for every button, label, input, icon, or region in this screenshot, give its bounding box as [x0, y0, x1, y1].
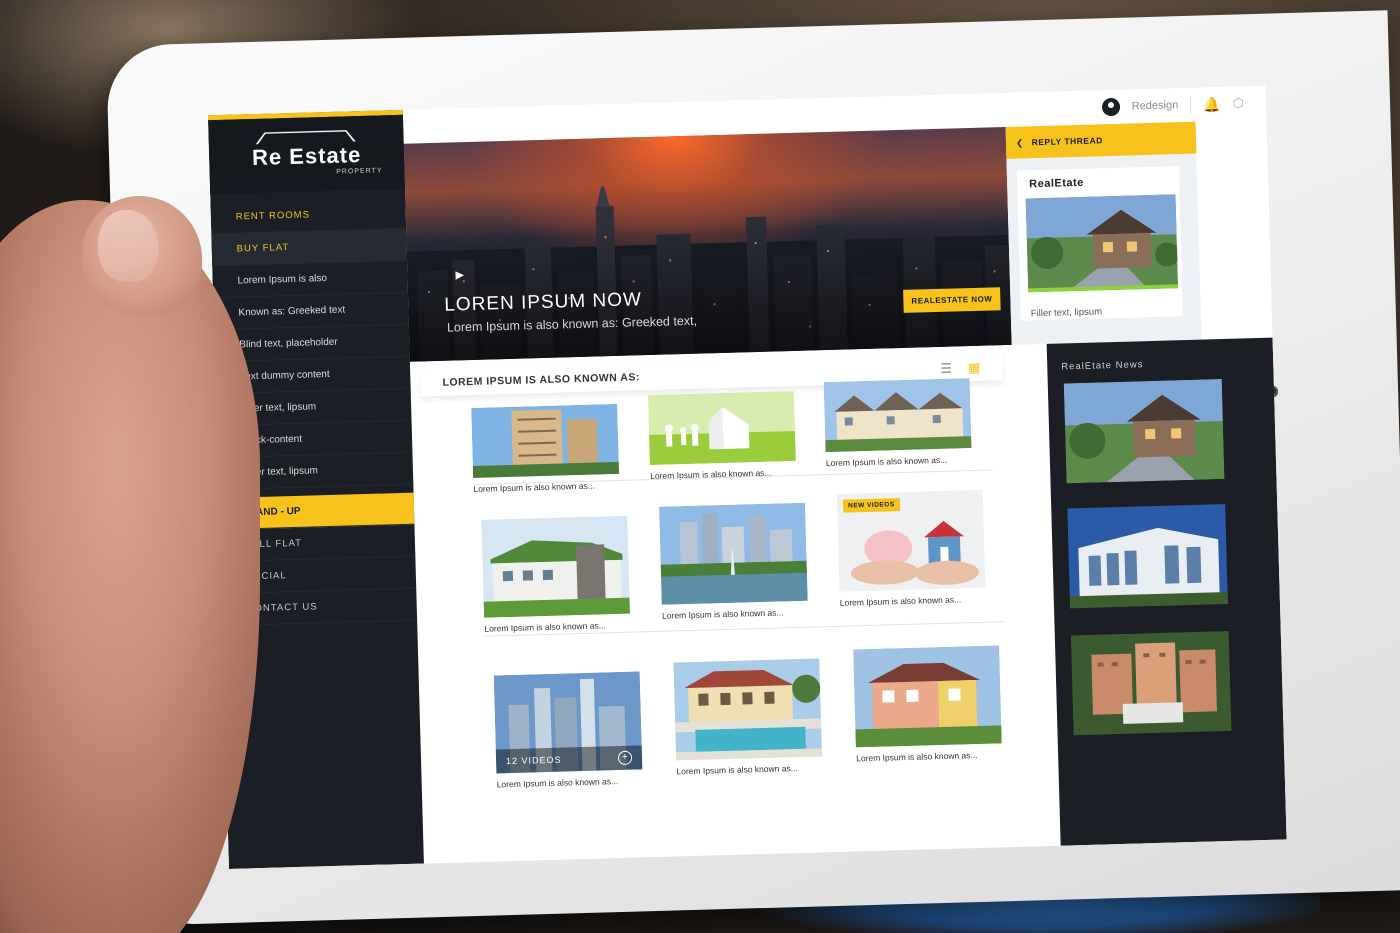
reply-thread-label: REPLY THREAD [1031, 135, 1103, 148]
user-avatar-icon[interactable] [1101, 97, 1121, 117]
app-screen: Re Estate PROPERTY RENT ROOMS BUY FLAT L… [207, 85, 1287, 869]
news-apartments-image[interactable] [1070, 630, 1232, 736]
featured-card-inner: RealEtate [1016, 166, 1183, 321]
hero-banner: ▶ LOREN IPSUM NOW Lorem Ipsum is also kn… [403, 126, 1012, 362]
property-card[interactable]: Lorem Ipsum is also known as... [823, 378, 972, 469]
new-videos-badge: NEW VIDEOS [842, 498, 900, 513]
content-heading: LOREM IPSUM IS ALSO KNOWN AS: [442, 370, 641, 389]
property-card[interactable]: Lorem Ipsum is also known as... [647, 390, 796, 481]
news-house-image[interactable] [1063, 379, 1225, 484]
property-card[interactable]: NEW VIDEOS Lorem Ipsum is also known as.… [836, 489, 986, 608]
news-title: RealEtate News [1061, 359, 1144, 373]
property-card[interactable]: Lorem Ipsum is also known as... [853, 645, 1002, 763]
card-caption: Lorem Ipsum is also known as... [825, 454, 948, 469]
tablet-device: Re Estate PROPERTY RENT ROOMS BUY FLAT L… [105, 10, 1400, 926]
videos-count: 12 VIDEOS [505, 754, 562, 767]
user-name[interactable]: Redesign [1132, 99, 1179, 112]
news-panel: RealEtate News [1046, 337, 1287, 846]
villa-pool-image [673, 658, 823, 761]
brand-name: Re Estate [251, 141, 362, 170]
featured-card[interactable]: RealEtate Filler text, lipsum [1006, 153, 1202, 345]
family-house-image [647, 390, 796, 466]
city-fountain-image [659, 502, 808, 605]
property-card[interactable]: Lorem Ipsum is also known as... [673, 658, 823, 777]
thumbnail-nail [98, 210, 158, 282]
plus-circle-icon[interactable]: + [617, 750, 633, 766]
property-card[interactable]: Lorem Ipsum is also known as... [481, 515, 631, 634]
bell-icon[interactable]: 🔔 [1203, 95, 1221, 112]
featured-house-image [1025, 194, 1179, 293]
view-toggle: ☰ ▦ [940, 359, 980, 376]
grid-view-icon[interactable]: ▦ [968, 359, 981, 375]
townhouses-image [823, 378, 972, 453]
videos-overlay[interactable]: 12 VIDEOS + [495, 745, 643, 774]
card-caption: Lorem Ipsum is also known as... [661, 607, 784, 621]
property-card[interactable]: Lorem Ipsum is also known as... [659, 502, 808, 621]
list-view-icon[interactable]: ☰ [940, 360, 952, 376]
featured-card-title: RealEtate [1029, 176, 1084, 191]
card-caption: Lorem Ipsum is also known as... [676, 763, 798, 777]
apartment-tower-image [471, 403, 620, 478]
featured-card-caption: Filler text, lipsum [1030, 306, 1103, 320]
property-card[interactable]: 12 VIDEOS + Lorem Ipsum is also known as… [493, 671, 643, 790]
brand-logo[interactable]: Re Estate PROPERTY [208, 114, 406, 195]
brand-tagline: PROPERTY [336, 166, 383, 176]
topbar-divider [1189, 95, 1192, 114]
news-office-image[interactable] [1067, 503, 1228, 609]
card-caption: Lorem Ipsum is also known as... [856, 750, 978, 764]
green-roof-building-image [481, 515, 631, 618]
card-caption: Lorem Ipsum is also known as... [839, 594, 962, 608]
chevron-left-icon[interactable]: ❮ [1016, 137, 1024, 148]
play-icon[interactable]: ▶ [455, 268, 464, 281]
card-caption: Lorem Ipsum is also known as... [496, 776, 619, 790]
cube-icon[interactable]: ⬡ [1232, 95, 1244, 111]
two-storey-house-image [853, 645, 1002, 748]
reply-thread-header[interactable]: ❮ REPLY THREAD [1005, 121, 1197, 159]
realestate-now-button[interactable]: REALESTATE NOW [903, 287, 1001, 313]
